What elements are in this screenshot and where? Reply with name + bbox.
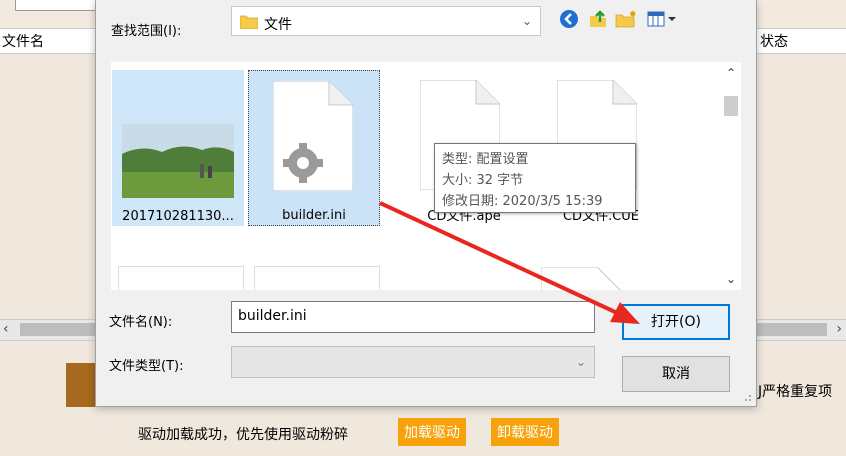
scrollbar-thumb[interactable] xyxy=(724,96,738,116)
open-button[interactable]: 打开(O) xyxy=(622,304,730,340)
scrollbar-track-segment xyxy=(20,323,96,336)
back-icon[interactable] xyxy=(557,8,581,30)
up-folder-icon[interactable] xyxy=(586,8,610,30)
column-header-status[interactable]: 状态 xyxy=(760,31,788,51)
open-file-dialog: 查找范围(I): 文件 ⌄ ✸ 201710281130... builder.… xyxy=(95,0,757,407)
file-name: builder.ini xyxy=(282,208,346,223)
column-header-filename[interactable]: 文件名 xyxy=(2,31,44,51)
cancel-button[interactable]: 取消 xyxy=(622,356,730,392)
unload-driver-button[interactable]: 卸载驱动 xyxy=(491,418,559,446)
file-item-partial[interactable] xyxy=(254,266,380,290)
lookin-label: 查找范围(I): xyxy=(111,24,182,39)
chevron-down-icon[interactable]: ⌄ xyxy=(576,355,586,369)
tooltip-type: 类型: 配置设置 xyxy=(442,152,529,167)
tooltip-size: 大小: 32 字节 xyxy=(442,173,524,188)
file-info-tooltip: 类型: 配置设置 大小: 32 字节 修改日期: 2020/3/5 15:39 xyxy=(434,143,636,213)
scroll-left-icon[interactable]: ‹ xyxy=(3,321,9,337)
chevron-down-icon[interactable]: ⌄ xyxy=(522,14,532,28)
view-menu-icon[interactable] xyxy=(646,8,680,30)
file-item-builder-ini[interactable]: builder.ini xyxy=(248,70,380,226)
scroll-right-icon[interactable]: › xyxy=(836,321,842,337)
resize-grip-icon[interactable] xyxy=(742,392,752,402)
tooltip-modified: 修改日期: 2020/3/5 15:39 xyxy=(442,194,603,209)
driver-status-text: 驱动加载成功，优先使用驱动粉碎 xyxy=(138,427,348,443)
background-input-stub xyxy=(15,0,97,11)
scroll-up-icon[interactable]: ⌃ xyxy=(726,66,736,80)
filetype-label: 文件类型(T): xyxy=(109,359,184,374)
file-list-scrollbar[interactable]: ⌃ ⌄ xyxy=(721,62,741,290)
folder-icon xyxy=(240,15,258,29)
lookin-dropdown[interactable]: 文件 ⌄ xyxy=(231,6,541,36)
filename-label: 文件名(N): xyxy=(109,315,173,330)
file-name: 201710281130... xyxy=(122,209,234,224)
svg-text:✸: ✸ xyxy=(629,10,637,20)
photo-thumbnail xyxy=(122,124,234,198)
file-item-photo[interactable]: 201710281130... xyxy=(112,70,244,226)
lookin-value: 文件 xyxy=(264,17,292,33)
file-item-partial[interactable] xyxy=(118,266,244,290)
scroll-down-icon[interactable]: ⌄ xyxy=(726,272,736,286)
strict-duplicate-label: J严格重复项 xyxy=(758,384,833,400)
filename-input[interactable]: builder.ini xyxy=(231,301,595,333)
settings-file-icon xyxy=(273,81,353,191)
scrollbar-thumb[interactable] xyxy=(757,323,827,336)
load-driver-button[interactable]: 加载驱动 xyxy=(398,418,466,446)
new-folder-icon[interactable]: ✸ xyxy=(614,8,638,30)
generic-file-icon xyxy=(541,267,621,290)
filetype-dropdown[interactable]: ⌄ xyxy=(231,346,595,378)
